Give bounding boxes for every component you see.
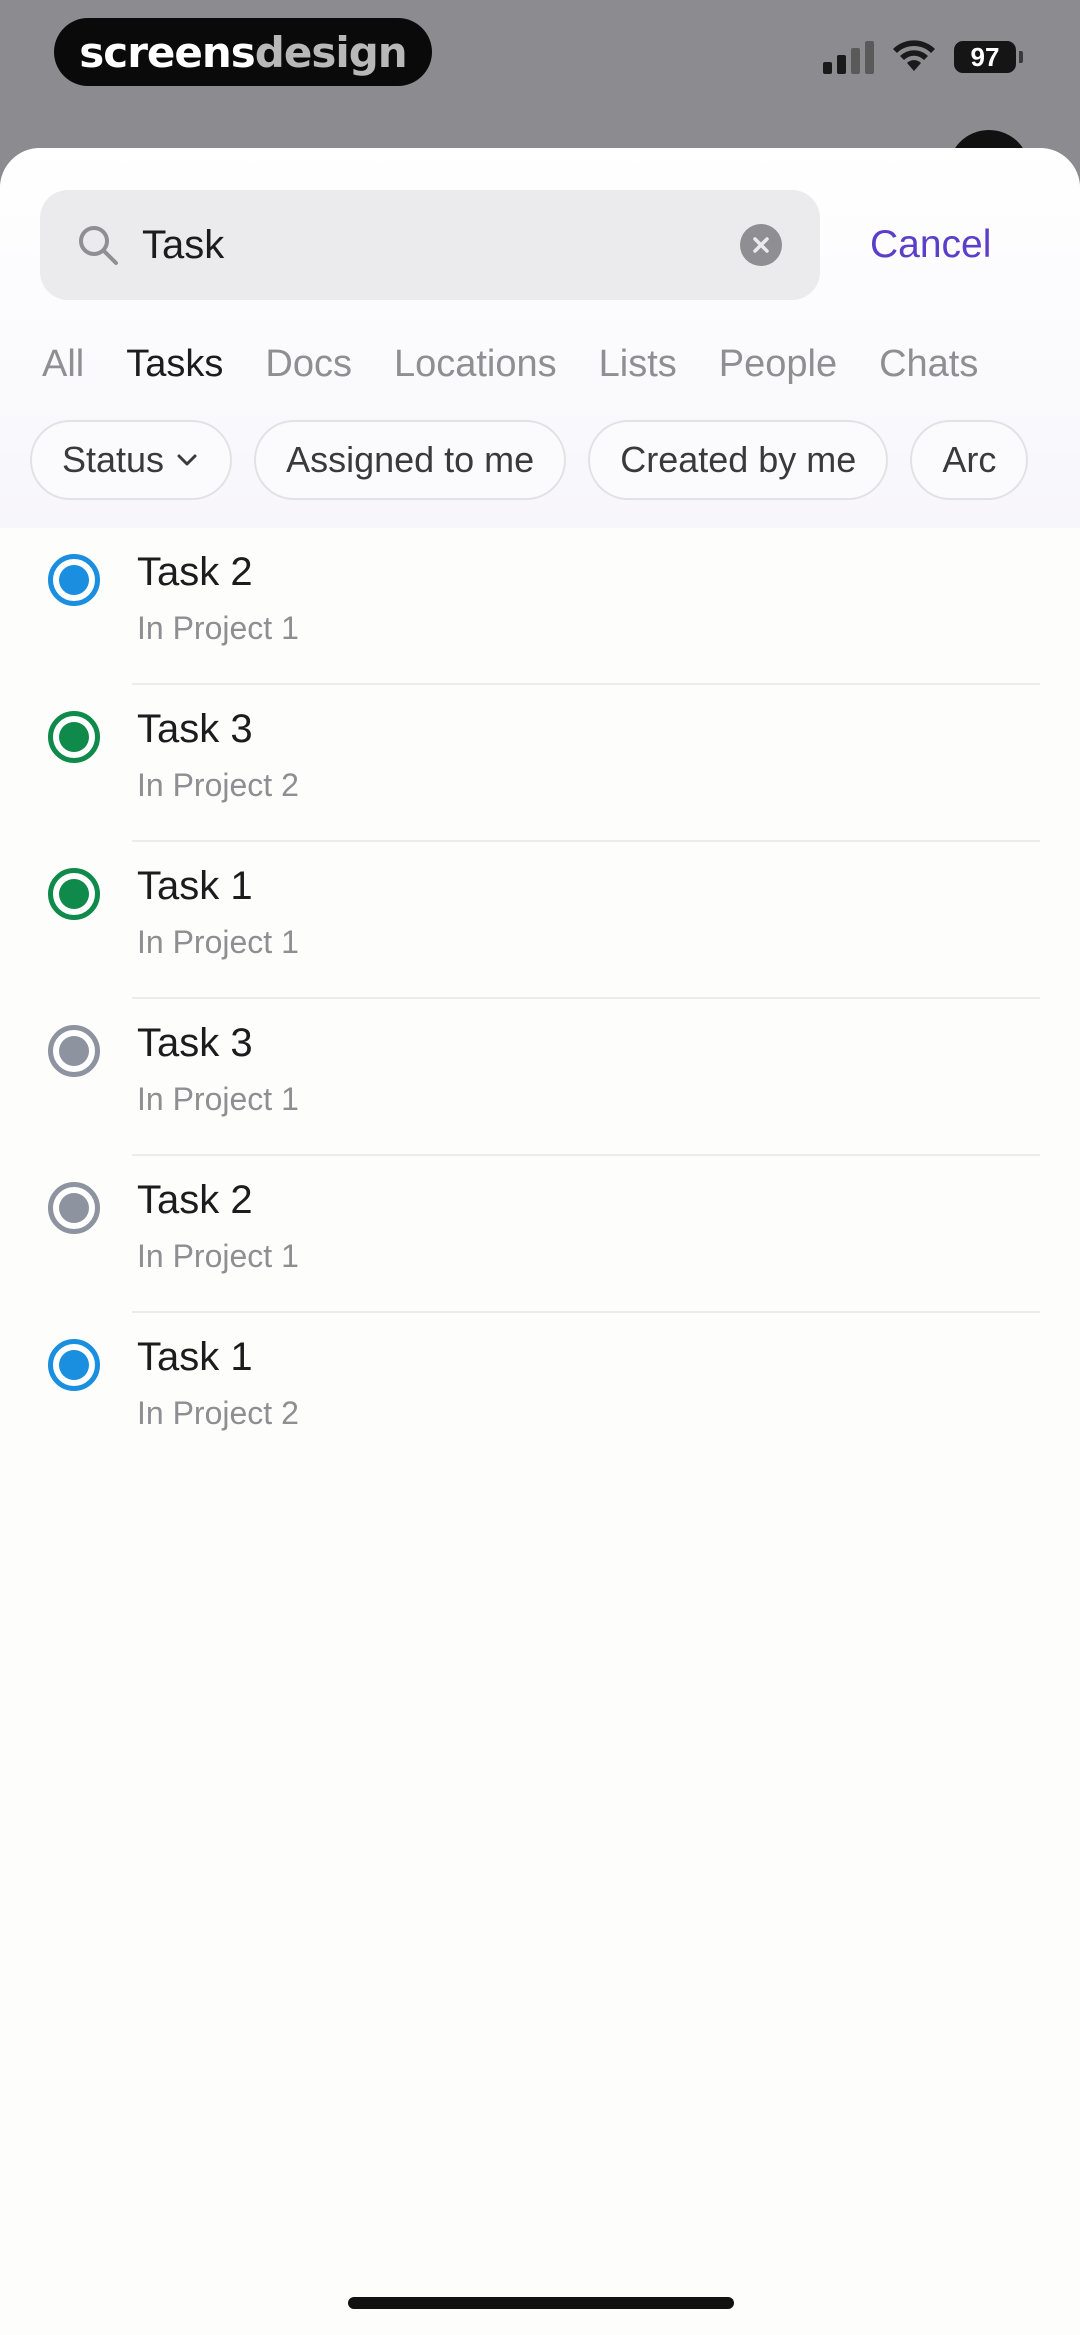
status-icons: 97 <box>823 40 1023 74</box>
task-project: In Project 1 <box>137 610 299 646</box>
filter-assigned-label: Assigned to me <box>286 439 535 480</box>
task-results-list: Task 2 In Project 1 Task 3 In Project 2 … <box>0 528 1080 1470</box>
home-indicator[interactable] <box>348 2297 734 2309</box>
sheet-header: Cancel All Tasks Docs Locations Lists Pe… <box>0 148 1080 528</box>
screen: screens design 97 Task Cancel All Tasks … <box>0 0 1080 2335</box>
task-title: Task 1 <box>137 1335 253 1379</box>
cellular-signal-icon <box>823 40 874 74</box>
task-project: In Project 1 <box>137 1238 299 1274</box>
task-project: In Project 2 <box>137 767 299 803</box>
filter-archived-chip[interactable]: Arc <box>910 420 1029 500</box>
tab-all[interactable]: All <box>42 334 84 394</box>
task-title: Task 3 <box>137 1021 253 1065</box>
status-circle-icon[interactable] <box>48 868 100 920</box>
filter-archived-label: Arc <box>942 439 997 480</box>
task-row[interactable]: Task 3 In Project 1 <box>0 999 1080 1156</box>
tab-lists[interactable]: Lists <box>599 334 677 394</box>
category-tabs: All Tasks Docs Locations Lists People Ch… <box>42 334 1020 394</box>
tab-tasks[interactable]: Tasks <box>126 334 223 394</box>
task-project: In Project 1 <box>137 1081 299 1117</box>
task-row[interactable]: Task 2 In Project 1 <box>0 528 1080 685</box>
filter-assigned-to-me-chip[interactable]: Assigned to me <box>254 420 567 500</box>
task-project: In Project 2 <box>137 1395 299 1431</box>
task-row[interactable]: Task 1 In Project 1 <box>0 842 1080 999</box>
filter-status-chip[interactable]: Status <box>30 420 233 500</box>
status-circle-icon[interactable] <box>48 711 100 763</box>
brand-logo-part1: screens <box>79 27 255 77</box>
status-circle-icon[interactable] <box>48 1339 100 1391</box>
chevron-down-icon <box>177 454 197 466</box>
tab-docs[interactable]: Docs <box>265 334 352 394</box>
brand-logo: screens design <box>54 18 432 86</box>
task-title: Task 1 <box>137 864 253 908</box>
filter-created-label: Created by me <box>620 439 857 480</box>
search-icon <box>79 226 118 265</box>
battery-level: 97 <box>970 41 1000 72</box>
task-project: In Project 1 <box>137 924 299 960</box>
status-circle-icon[interactable] <box>48 1025 100 1077</box>
task-title: Task 2 <box>137 550 253 594</box>
search-box[interactable] <box>40 190 820 300</box>
clear-search-icon[interactable] <box>740 224 782 266</box>
brand-logo-part2: design <box>254 27 408 77</box>
task-row[interactable]: Task 1 In Project 2 <box>0 1313 1080 1470</box>
battery-icon: 97 <box>954 41 1023 73</box>
filter-chips: Status Assigned to me Created by me Arc <box>30 420 1029 500</box>
task-row[interactable]: Task 3 In Project 2 <box>0 685 1080 842</box>
wifi-icon <box>893 40 935 71</box>
status-bar: screens design 97 <box>0 0 1080 140</box>
status-circle-icon[interactable] <box>48 554 100 606</box>
tab-locations[interactable]: Locations <box>394 334 557 394</box>
filter-created-by-me-chip[interactable]: Created by me <box>588 420 889 500</box>
task-row[interactable]: Task 2 In Project 1 <box>0 1156 1080 1313</box>
search-sheet: Cancel All Tasks Docs Locations Lists Pe… <box>0 148 1080 2335</box>
tab-people[interactable]: People <box>719 334 837 394</box>
task-title: Task 2 <box>137 1178 253 1222</box>
task-title: Task 3 <box>137 707 253 751</box>
tab-chats[interactable]: Chats <box>879 334 978 394</box>
status-circle-icon[interactable] <box>48 1182 100 1234</box>
filter-status-label: Status <box>62 439 165 480</box>
search-input[interactable] <box>142 190 742 300</box>
cancel-button[interactable]: Cancel <box>870 190 991 300</box>
